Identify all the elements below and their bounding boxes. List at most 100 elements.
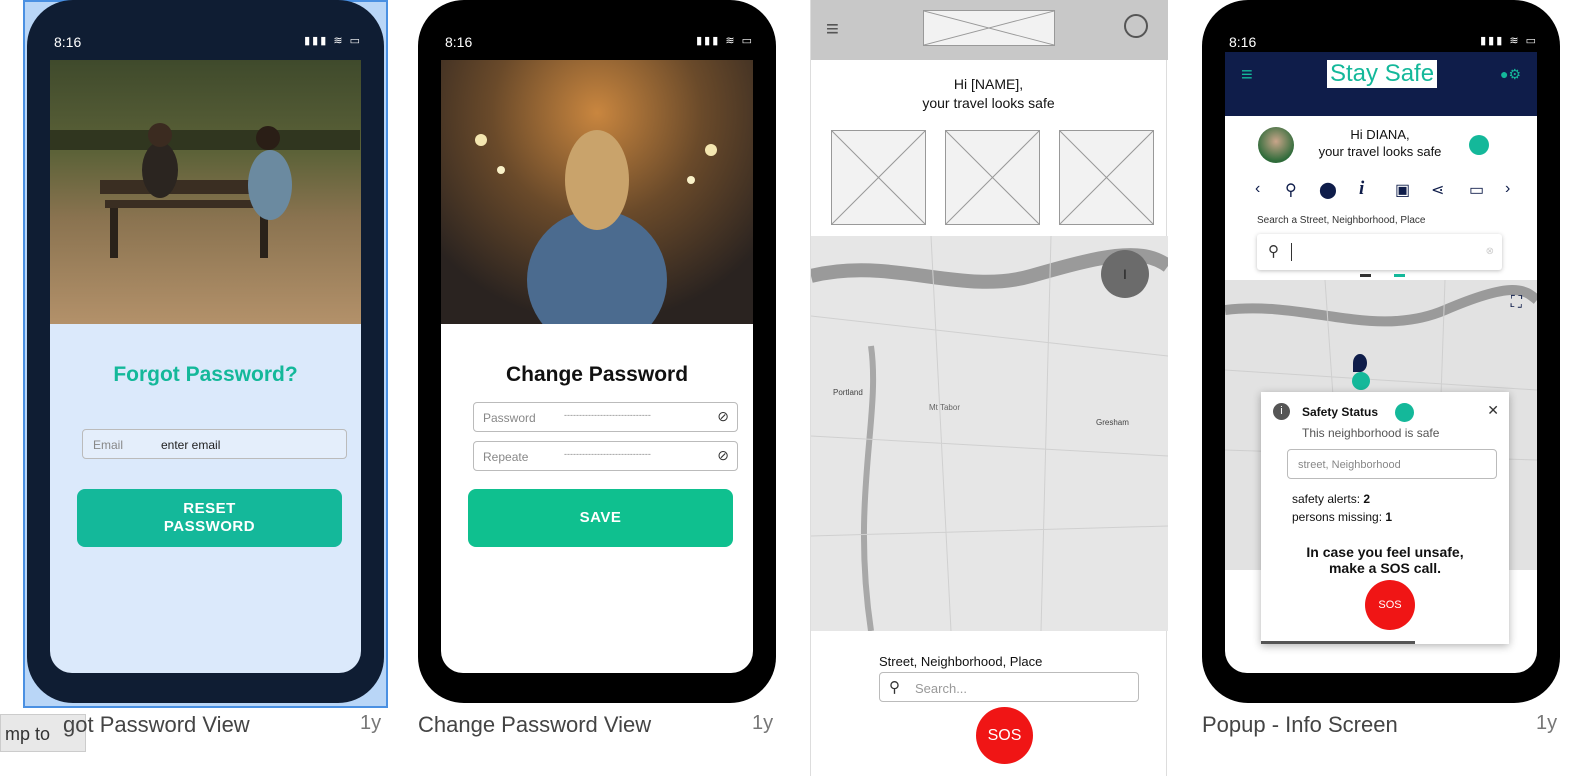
share-icon[interactable]: ⋖ — [1431, 180, 1444, 200]
image-placeholder — [945, 130, 1040, 225]
image-placeholder — [1059, 130, 1154, 225]
phone-frame: 8:16 ▮▮▮ ≋ ▭ Forgot Password? Email ente… — [27, 0, 384, 703]
wire-map[interactable]: Portland Gresham Mt Tabor I — [811, 236, 1168, 631]
wire-greeting-line2: your travel looks safe — [922, 95, 1055, 111]
chat-icon[interactable]: ▭ — [1469, 180, 1484, 200]
reset-label-line2: PASSWORD — [163, 518, 256, 535]
password-value: ----------------------------- — [564, 410, 651, 420]
card-wireframe-home[interactable]: ≡ Hi [NAME], your travel looks safe Port… — [810, 0, 1168, 776]
safety-popup: i Safety Status ✕ This neighborhood is s… — [1261, 392, 1509, 644]
page-dot — [1394, 274, 1405, 277]
password-field[interactable]: Password ----------------------------- ⊘ — [473, 402, 738, 432]
safety-alerts-value: 2 — [1363, 492, 1371, 506]
clear-icon[interactable]: ⊗ — [1486, 246, 1494, 257]
repeat-password-field[interactable]: Repeate ----------------------------- ⊘ — [473, 441, 738, 471]
card-caption: Change Password View — [418, 712, 652, 737]
text-cursor — [1291, 243, 1292, 261]
menu-icon[interactable]: ≡ — [1241, 64, 1253, 87]
safety-alerts-row: safety alerts: 2 — [1292, 492, 1370, 506]
wire-search-label: Street, Neighborhood, Place — [879, 654, 1043, 669]
status-time: 8:16 — [445, 34, 473, 50]
repeat-value: ----------------------------- — [564, 449, 651, 459]
search-icon[interactable]: ⚲ — [1285, 180, 1297, 200]
sos-button[interactable]: SOS — [1365, 580, 1415, 630]
info-circle-icon: i — [1273, 403, 1290, 420]
reset-password-button[interactable]: RESET PASSWORD — [77, 489, 342, 547]
status-icons: ▮▮▮ ≋ ▭ — [696, 35, 754, 47]
email-field[interactable]: Email enter email — [82, 429, 347, 459]
menu-icon[interactable]: ≡ — [826, 16, 839, 42]
eye-off-icon[interactable]: ⊘ — [717, 447, 729, 464]
card-forgot-password[interactable]: 8:16 ▮▮▮ ≋ ▭ Forgot Password? Email ente… — [0, 0, 388, 776]
chevron-right-icon[interactable]: › — [1505, 180, 1510, 198]
wire-topbar: ≡ — [811, 0, 1168, 60]
action-toolbar: ‹ ⚲ ⬤ i ▣ ⋖ ▭ › — [1255, 178, 1515, 204]
hero-photo-street — [441, 60, 753, 350]
phone-frame: 8:16 ▮▮▮ ≋ ▭ Change Password Password --… — [418, 0, 776, 703]
contact-card-icon[interactable]: ▣ — [1395, 180, 1410, 200]
wire-search-input[interactable]: ⚲ Search... — [879, 672, 1139, 702]
sos-button[interactable]: SOS — [976, 707, 1033, 764]
hero-photo-bench — [50, 60, 361, 324]
search-icon: ⚲ — [1268, 243, 1279, 260]
safety-status-subtitle: This neighborhood is safe — [1302, 426, 1440, 440]
user-settings-icon[interactable]: ●⚙ — [1500, 66, 1521, 83]
map-label-city: Portland — [833, 388, 863, 397]
status-dot-safe — [1395, 403, 1414, 422]
popup-search-label: Search a Street, Neighborhood, Place — [1257, 215, 1426, 226]
map-pin-button[interactable]: I — [1101, 250, 1149, 298]
neighborhood-field[interactable]: street, Neighborhood — [1287, 449, 1497, 479]
screen: Forgot Password? Email enter email RESET… — [50, 60, 361, 673]
reset-label-line1: RESET — [183, 500, 236, 517]
page-indicator — [1360, 274, 1405, 277]
map-safe-dot — [1352, 372, 1370, 390]
map-label-city: Mt Tabor — [929, 403, 960, 412]
map-marker-icon — [1353, 354, 1367, 372]
card-caption: Popup - Info Screen — [1202, 712, 1398, 737]
card-age: 1y — [360, 712, 382, 734]
neighborhood-placeholder: street, Neighborhood — [1298, 459, 1401, 471]
location-pin-icon[interactable]: ⬤ — [1319, 180, 1337, 200]
user-icon[interactable] — [1124, 14, 1148, 38]
persons-missing-label: persons missing: — [1292, 510, 1383, 524]
change-title: Change Password — [505, 363, 689, 386]
safety-alerts-label: safety alerts: — [1292, 492, 1361, 506]
card-popup-info[interactable]: 8:16 ▮▮▮ ≋ ▭ ≡ Stay Safe ●⚙ Hi DIANA, yo… — [1202, 0, 1560, 776]
card-caption: got Password View — [63, 712, 250, 737]
status-time: 8:16 — [1229, 34, 1257, 50]
popup-search-input[interactable]: ⚲ ⊗ — [1257, 234, 1502, 270]
status-bar: 8:16 ▮▮▮ ≋ ▭ — [418, 0, 776, 60]
wire-greeting-line1: Hi [NAME], — [953, 76, 1024, 92]
email-label: Email — [93, 438, 124, 452]
status-bar: 8:16 ▮▮▮ ≋ ▭ — [1202, 0, 1560, 52]
phone-frame: 8:16 ▮▮▮ ≋ ▭ ≡ Stay Safe ●⚙ Hi DIANA, yo… — [1202, 0, 1560, 703]
card-change-password[interactable]: 8:16 ▮▮▮ ≋ ▭ Change Password Password --… — [418, 0, 776, 776]
info-icon[interactable]: i — [1359, 178, 1364, 200]
app-title: Stay Safe — [1327, 60, 1438, 88]
eye-off-icon[interactable]: ⊘ — [717, 408, 729, 425]
screen: ≡ Stay Safe ●⚙ Hi DIANA, your travel loo… — [1225, 52, 1537, 673]
fullscreen-icon[interactable]: ⛶ — [1511, 294, 1522, 312]
status-bar: 8:16 ▮▮▮ ≋ ▭ — [27, 0, 384, 60]
status-dot-safe — [1469, 135, 1489, 155]
persons-missing-value: 1 — [1385, 510, 1393, 524]
sos-cta-line1: In case you feel unsafe, — [1306, 544, 1464, 560]
sos-cta-line2: make a SOS call. — [1328, 560, 1442, 576]
logo-placeholder — [923, 10, 1055, 46]
popup-bottom-bar — [1261, 641, 1415, 644]
forgot-title: Forgot Password? — [113, 363, 298, 386]
safety-status-title: Safety Status — [1302, 405, 1379, 419]
image-placeholder — [831, 130, 926, 225]
app-header: ≡ Stay Safe ●⚙ — [1225, 52, 1537, 116]
status-time: 8:16 — [54, 34, 82, 50]
password-label: Password — [483, 411, 536, 425]
avatar — [1258, 127, 1294, 163]
map-label-city: Gresham — [1096, 418, 1129, 427]
close-icon[interactable]: ✕ — [1487, 402, 1499, 419]
search-placeholder: Search... — [915, 681, 968, 696]
chevron-left-icon[interactable]: ‹ — [1255, 180, 1260, 198]
card-age: 1y — [1536, 712, 1558, 734]
save-button[interactable]: SAVE — [468, 489, 733, 547]
popup-greeting-line2: your travel looks safe — [1318, 144, 1442, 159]
screen: Change Password Password ---------------… — [441, 60, 753, 673]
